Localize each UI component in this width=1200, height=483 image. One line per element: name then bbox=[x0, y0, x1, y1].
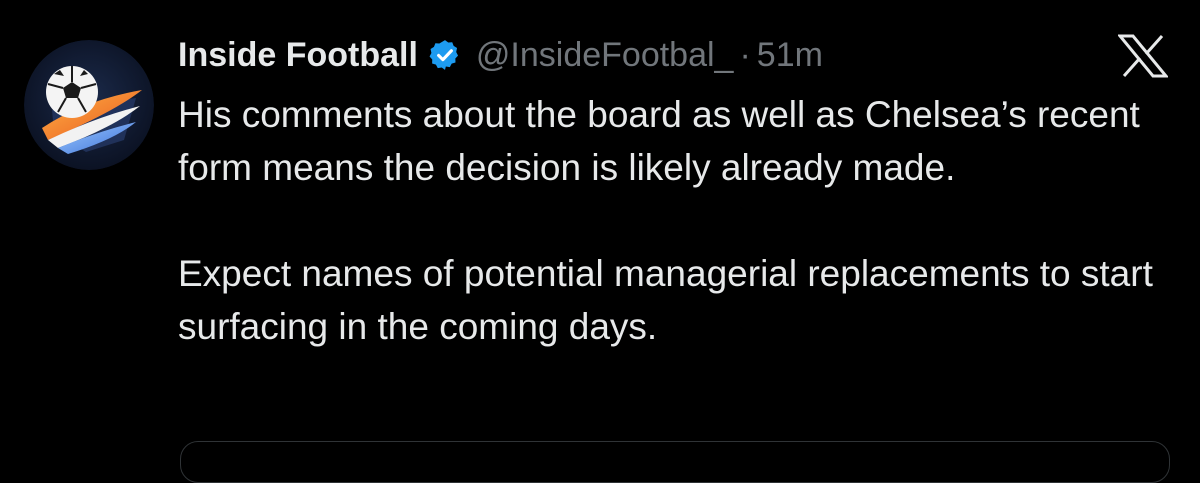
quoted-card[interactable] bbox=[180, 441, 1170, 483]
tweet[interactable]: Inside Football @InsideFootbal_ · 51m Hi… bbox=[0, 0, 1200, 483]
football-logo-icon bbox=[24, 40, 154, 170]
tweet-paragraph: Expect names of potential managerial rep… bbox=[178, 253, 1153, 347]
user-handle[interactable]: @InsideFootbal_ bbox=[476, 36, 734, 75]
tweet-text: His comments about the board as well as … bbox=[178, 88, 1178, 353]
timestamp[interactable]: 51m bbox=[757, 36, 823, 75]
separator-dot: · bbox=[739, 35, 751, 74]
tweet-header: Inside Football @InsideFootbal_ · 51m bbox=[178, 30, 823, 80]
x-logo-icon[interactable] bbox=[1116, 34, 1170, 78]
verified-badge-icon bbox=[428, 38, 462, 72]
tweet-paragraph: His comments about the board as well as … bbox=[178, 94, 1140, 188]
display-name[interactable]: Inside Football bbox=[178, 36, 418, 75]
avatar[interactable] bbox=[24, 40, 154, 170]
